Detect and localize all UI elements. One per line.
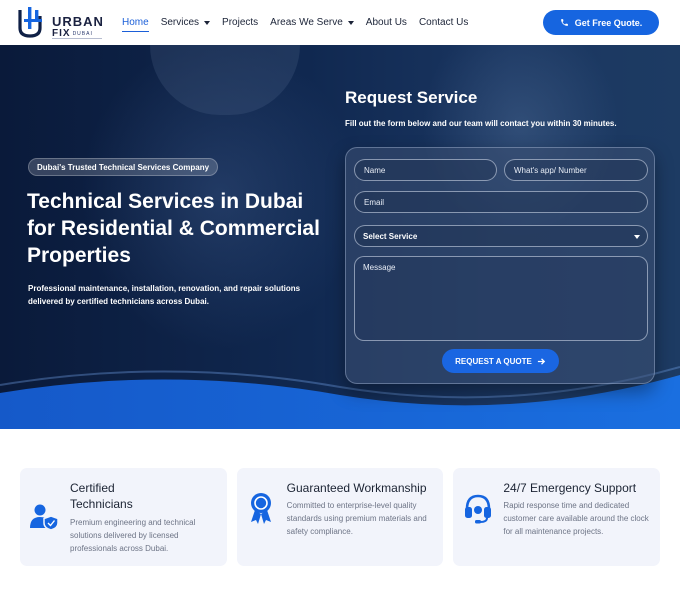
feature-title-line2: Technicians — [70, 497, 133, 511]
nav-about-label: About Us — [365, 17, 407, 28]
certified-user-shield-icon — [30, 504, 59, 531]
request-form: Select Service REQUEST A QUOTE — [345, 147, 655, 384]
chevron-down-icon — [634, 235, 640, 239]
feature-card-certified: Certified Technicians Premium engineering… — [20, 468, 227, 566]
site-header: URBAN FIX DUBAI Home Services Projects Ar… — [0, 0, 680, 45]
nav-areas-label: Areas We Serve — [270, 17, 343, 28]
nav-services-label: Services — [160, 17, 200, 28]
hero-description: Professional maintenance, installation, … — [28, 284, 301, 306]
message-textarea[interactable] — [354, 256, 648, 341]
hero-title: Technical Services in Dubai for Resident… — [27, 190, 320, 267]
feature-title: 24/7 Emergency Support — [503, 481, 637, 495]
phone-icon — [560, 19, 568, 26]
headset-support-icon — [465, 494, 492, 524]
request-service-title: Request Service — [345, 88, 478, 107]
feature-title-line1: Certified — [70, 481, 115, 495]
trust-badge: Dubai's Trusted Technical Services Compa… — [28, 158, 219, 176]
feature-description: Rapid response time and dedicated custom… — [503, 501, 649, 536]
whatsapp-number-input[interactable] — [504, 159, 648, 181]
get-free-quote-button[interactable]: Get Free Quote. — [543, 10, 659, 35]
nav-home-label: Home — [122, 17, 149, 28]
brand-dubai: DUBAI — [72, 31, 93, 37]
feature-title: Certified Technicians — [70, 480, 133, 512]
request-quote-button[interactable]: REQUEST A QUOTE — [442, 349, 559, 373]
nav-about[interactable]: About Us — [366, 0, 407, 45]
chevron-down-icon — [204, 20, 211, 25]
feature-description: Premium engineering and technical soluti… — [70, 518, 196, 553]
brand-logo[interactable]: URBAN FIX DUBAI — [18, 5, 108, 41]
nav-services[interactable]: Services — [160, 0, 211, 45]
request-service-subtitle: Fill out the form below and our team wil… — [345, 119, 617, 128]
logo-mark-icon — [18, 7, 42, 38]
brand-underline — [52, 38, 102, 39]
nav-projects[interactable]: Projects — [222, 0, 258, 45]
feature-title: Guaranteed Workmanship — [286, 481, 427, 495]
feature-description: Committed to enterprise-level quality st… — [286, 501, 427, 536]
award-ribbon-icon — [250, 493, 271, 524]
chevron-down-icon — [347, 20, 354, 25]
nav-projects-label: Projects — [222, 17, 259, 28]
service-select-value: Select Service — [363, 231, 418, 241]
service-select[interactable]: Select Service — [354, 225, 648, 247]
nav-home[interactable]: Home — [122, 0, 149, 45]
feature-card-workmanship: Guaranteed Workmanship Committed to ente… — [236, 468, 444, 566]
features-row: Certified Technicians Premium engineering… — [20, 468, 661, 566]
email-input[interactable] — [354, 191, 648, 213]
name-input[interactable] — [354, 159, 497, 181]
feature-card-support: 24/7 Emergency Support Rapid response ti… — [453, 468, 661, 566]
nav-contact[interactable]: Contact Us — [419, 0, 468, 45]
submit-label: REQUEST A QUOTE — [455, 356, 532, 366]
main-nav: Home Services Projects Areas We Serve Ab… — [122, 0, 480, 45]
hero-section: Dubai's Trusted Technical Services Compa… — [0, 45, 680, 429]
cta-label: Get Free Quote. — [574, 17, 643, 28]
brand-name-line1: URBAN — [52, 14, 104, 29]
nav-contact-label: Contact Us — [418, 17, 469, 28]
arrow-right-icon — [537, 357, 546, 365]
nav-areas[interactable]: Areas We Serve — [270, 0, 354, 45]
